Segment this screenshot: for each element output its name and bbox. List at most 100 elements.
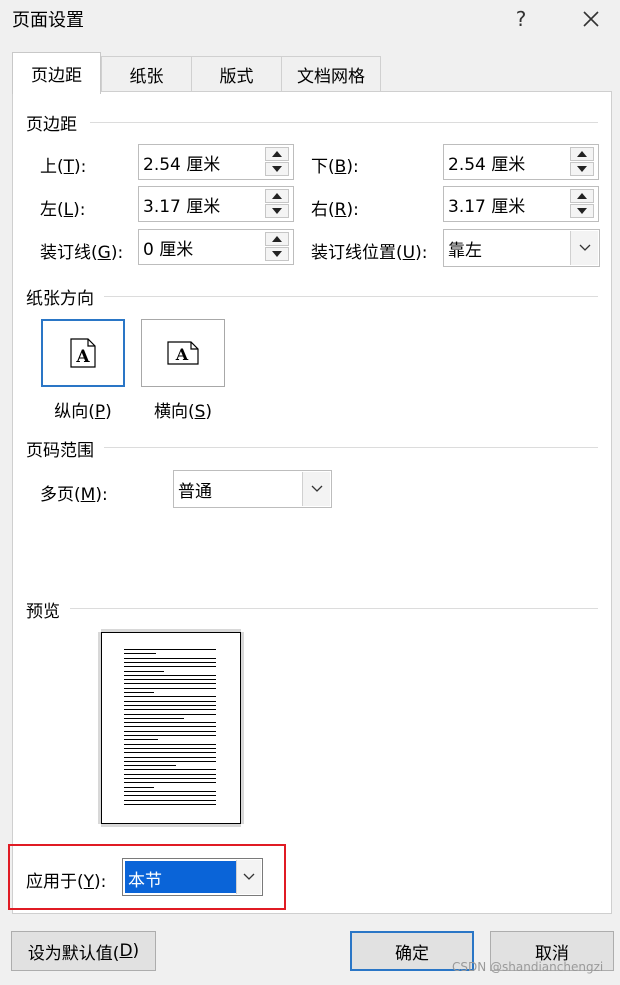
spin-up-button[interactable] bbox=[265, 189, 289, 203]
margins-divider bbox=[90, 122, 598, 123]
orientation-section-title: 纸张方向 bbox=[26, 289, 94, 309]
landscape-page-icon: A bbox=[167, 341, 199, 365]
tab-document-grid[interactable]: 文档网格 bbox=[281, 56, 381, 92]
chevron-down-icon bbox=[579, 244, 590, 251]
close-icon bbox=[583, 11, 599, 27]
set-default-button[interactable]: 设为默认值(D) bbox=[11, 931, 156, 971]
preview-text-line bbox=[124, 782, 216, 784]
watermark: CSDN @shandianchengzi bbox=[452, 960, 604, 974]
landscape-label: 横向(S) bbox=[153, 402, 213, 422]
preview-text-line bbox=[124, 773, 216, 775]
portrait-button[interactable]: A bbox=[41, 319, 125, 387]
help-button[interactable]: ? bbox=[506, 4, 536, 34]
gutter-spinner[interactable]: 0 厘米 bbox=[138, 229, 294, 265]
multiple-pages-select[interactable]: 普通 bbox=[173, 470, 332, 508]
right-margin-label: 右(R): bbox=[311, 200, 359, 220]
top-margin-spinner[interactable]: 2.54 厘米 bbox=[138, 144, 294, 180]
preview-text-line bbox=[124, 799, 216, 801]
gutter-position-label: 装订线位置(U): bbox=[311, 243, 428, 263]
arrow-up-icon bbox=[272, 193, 282, 199]
tab-margins[interactable]: 页边距 bbox=[12, 52, 101, 94]
tab-paper[interactable]: 纸张 bbox=[101, 56, 192, 92]
preview-text-line bbox=[124, 730, 216, 732]
left-margin-spinner[interactable]: 3.17 厘米 bbox=[138, 186, 294, 222]
gutter-position-value: 靠左 bbox=[448, 241, 482, 261]
spin-up-button[interactable] bbox=[265, 232, 289, 246]
multiple-pages-value: 普通 bbox=[178, 482, 212, 502]
svg-text:A: A bbox=[175, 345, 189, 364]
preview-text-line bbox=[124, 704, 216, 706]
highlight-box bbox=[8, 844, 286, 910]
multiple-pages-label: 多页(M): bbox=[40, 485, 108, 505]
preview-text-line bbox=[124, 696, 216, 698]
arrow-up-icon bbox=[577, 193, 587, 199]
preview-section-title: 预览 bbox=[26, 602, 60, 622]
preview-text-line bbox=[124, 726, 216, 728]
arrow-up-icon bbox=[577, 151, 587, 157]
pages-section-title: 页码范围 bbox=[26, 441, 94, 461]
landscape-button[interactable]: A bbox=[141, 319, 225, 387]
arrow-down-icon bbox=[272, 208, 282, 214]
dialog-title: 页面设置 bbox=[12, 10, 84, 31]
pages-divider bbox=[104, 447, 598, 448]
arrow-down-icon bbox=[577, 208, 587, 214]
arrow-down-icon bbox=[577, 166, 587, 172]
top-margin-label: 上(T): bbox=[40, 157, 87, 177]
preview-text-line bbox=[124, 760, 216, 762]
svg-text:A: A bbox=[75, 347, 90, 367]
preview-text-line bbox=[124, 739, 158, 741]
preview-text-line bbox=[124, 765, 176, 767]
left-margin-value: 3.17 厘米 bbox=[143, 197, 221, 217]
preview-text-line bbox=[124, 649, 216, 650]
preview-text-line bbox=[124, 769, 216, 771]
preview-text-line bbox=[124, 657, 216, 659]
preview-text-line bbox=[124, 803, 216, 805]
preview-text-line bbox=[124, 752, 216, 754]
arrow-up-icon bbox=[272, 151, 282, 157]
preview-page bbox=[101, 632, 241, 824]
preview-text-line bbox=[124, 735, 216, 736]
preview-text-line bbox=[124, 717, 184, 719]
preview-text-line bbox=[124, 683, 216, 685]
spin-down-button[interactable] bbox=[265, 162, 289, 176]
preview-text-line bbox=[124, 722, 216, 724]
spin-down-button[interactable] bbox=[265, 247, 289, 261]
bottom-margin-spinner[interactable]: 2.54 厘米 bbox=[443, 144, 599, 180]
preview-text-line bbox=[124, 778, 216, 779]
gutter-position-select[interactable]: 靠左 bbox=[443, 229, 600, 267]
preview-text-line bbox=[124, 687, 216, 689]
preview-text-line bbox=[124, 790, 216, 792]
preview-text-line bbox=[124, 713, 216, 715]
portrait-label: 纵向(P) bbox=[54, 402, 112, 422]
preview-text-line bbox=[124, 670, 164, 672]
preview-text-line bbox=[124, 661, 216, 663]
preview-text-line bbox=[124, 743, 216, 745]
tab-layout[interactable]: 版式 bbox=[191, 56, 282, 92]
preview-text-line bbox=[124, 692, 154, 693]
spin-down-button[interactable] bbox=[265, 204, 289, 218]
orientation-divider bbox=[104, 296, 598, 297]
spin-up-button[interactable] bbox=[570, 189, 594, 203]
margins-section-title: 页边距 bbox=[26, 115, 77, 135]
arrow-up-icon bbox=[272, 236, 282, 242]
right-margin-value: 3.17 厘米 bbox=[448, 197, 526, 217]
right-margin-spinner[interactable]: 3.17 厘米 bbox=[443, 186, 599, 222]
preview-text-line bbox=[124, 795, 216, 797]
preview-divider bbox=[70, 608, 598, 609]
bottom-margin-value: 2.54 厘米 bbox=[448, 155, 526, 175]
portrait-page-icon: A bbox=[70, 338, 96, 368]
arrow-down-icon bbox=[272, 166, 282, 172]
bottom-margin-label: 下(B): bbox=[311, 157, 359, 177]
preview-text-line bbox=[124, 756, 216, 758]
gutter-label: 装订线(G): bbox=[40, 243, 124, 263]
preview-text-line bbox=[124, 786, 154, 788]
spin-up-button[interactable] bbox=[570, 147, 594, 161]
spin-down-button[interactable] bbox=[570, 162, 594, 176]
close-button[interactable] bbox=[576, 4, 606, 34]
left-margin-label: 左(L): bbox=[40, 200, 86, 220]
preview-text-line bbox=[124, 709, 216, 711]
spin-up-button[interactable] bbox=[265, 147, 289, 161]
preview-text-line bbox=[124, 653, 156, 655]
preview-text-line bbox=[124, 679, 216, 681]
spin-down-button[interactable] bbox=[570, 204, 594, 218]
